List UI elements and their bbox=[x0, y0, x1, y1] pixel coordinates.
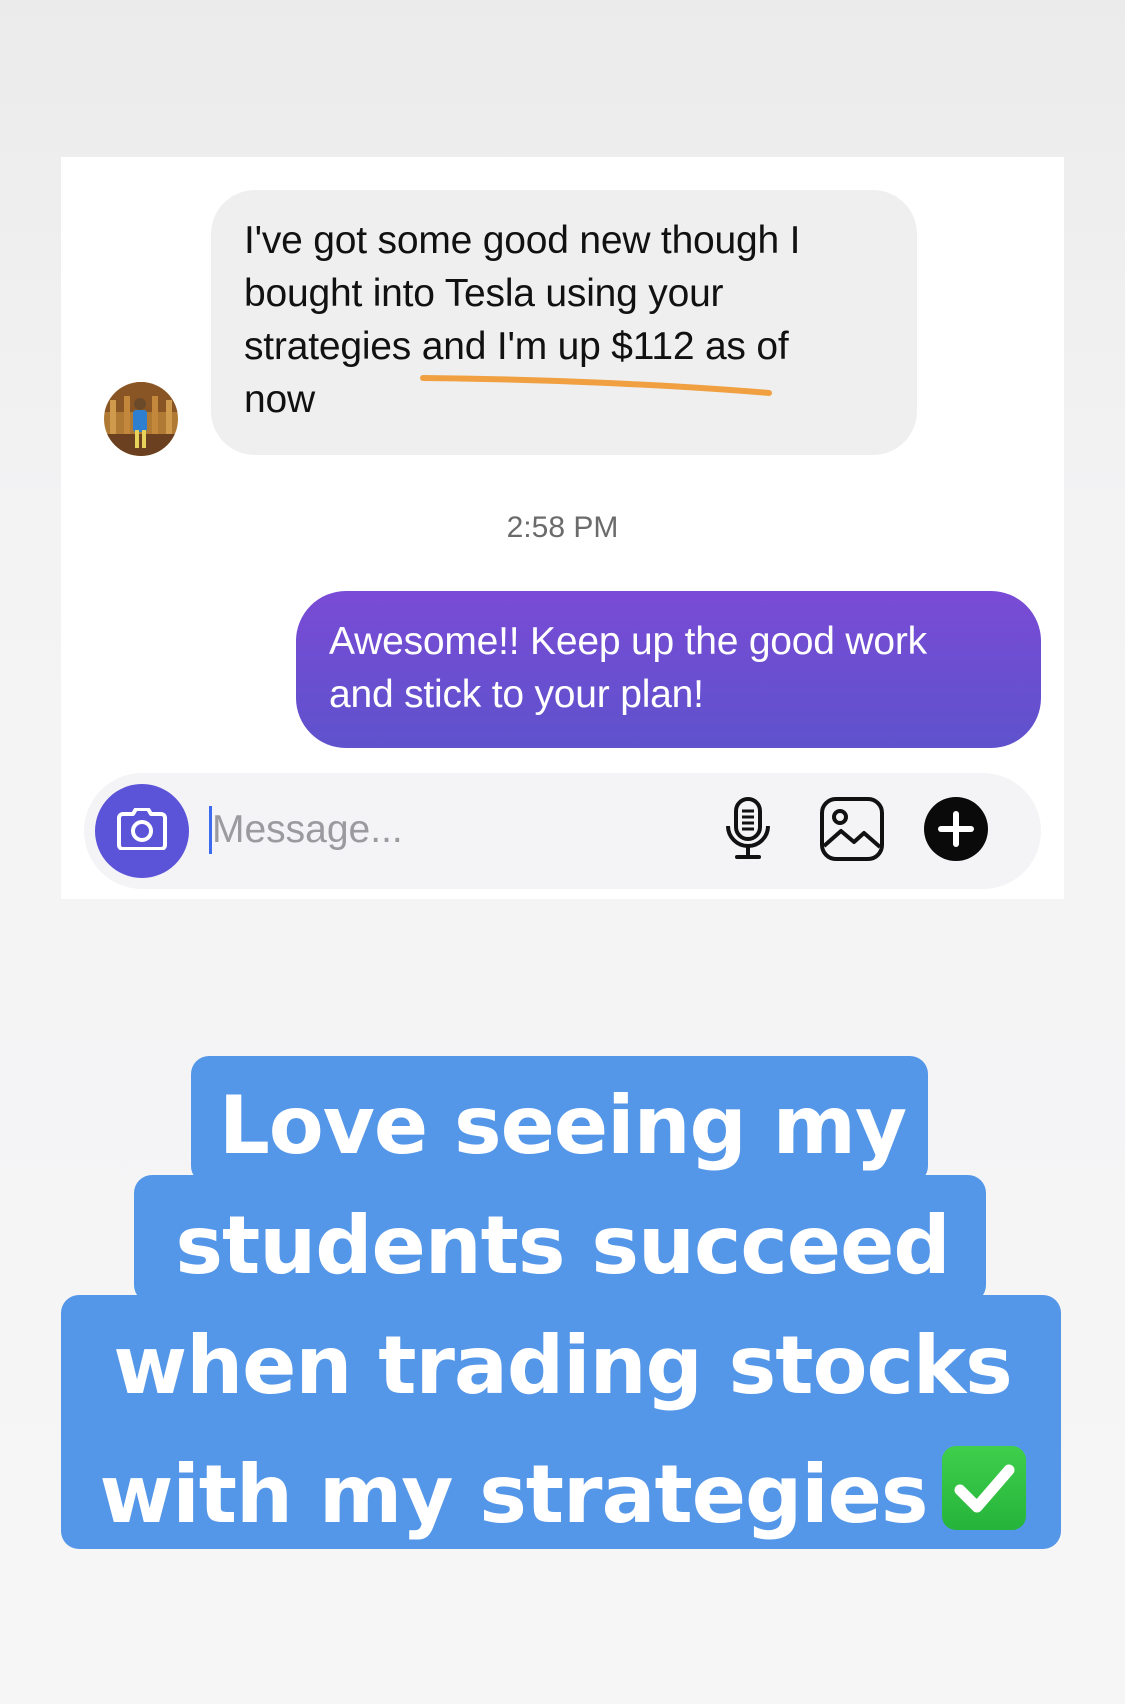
check-mark-button-icon bbox=[941, 1446, 1026, 1530]
outgoing-message-text: Awesome!! Keep up the good work and stic… bbox=[329, 620, 927, 716]
message-timestamp: 2:58 PM bbox=[506, 511, 619, 544]
gallery-button[interactable] bbox=[818, 796, 886, 867]
voice-message-button[interactable] bbox=[714, 796, 782, 867]
caption-line-4: with my strategies bbox=[99, 1448, 928, 1541]
camera-icon bbox=[117, 806, 167, 855]
message-input[interactable] bbox=[212, 797, 642, 863]
incoming-message-text: I've got some good new though I bought i… bbox=[244, 219, 801, 421]
message-composer bbox=[84, 773, 1041, 889]
sender-avatar[interactable] bbox=[104, 382, 178, 456]
caption-line-2: students succeed bbox=[175, 1199, 950, 1292]
plus-circle-icon bbox=[923, 796, 989, 867]
outgoing-message-bubble[interactable]: Awesome!! Keep up the good work and stic… bbox=[296, 591, 1041, 748]
caption-line-3: when trading stocks bbox=[113, 1319, 1012, 1412]
caption-line-1: Love seeing my bbox=[218, 1079, 907, 1172]
caption-background bbox=[191, 1056, 928, 1184]
caption-line-4-wrap: with my strategies bbox=[0, 1446, 1125, 1535]
add-attachment-button[interactable] bbox=[922, 796, 990, 867]
microphone-icon bbox=[723, 796, 773, 867]
caption-background bbox=[61, 1295, 1061, 1549]
caption-background bbox=[134, 1175, 986, 1303]
camera-button[interactable] bbox=[95, 784, 189, 878]
gallery-icon bbox=[819, 796, 885, 867]
dm-screenshot: I've got some good new though I bought i… bbox=[61, 157, 1064, 899]
incoming-message-bubble[interactable]: I've got some good new though I bought i… bbox=[211, 190, 917, 455]
